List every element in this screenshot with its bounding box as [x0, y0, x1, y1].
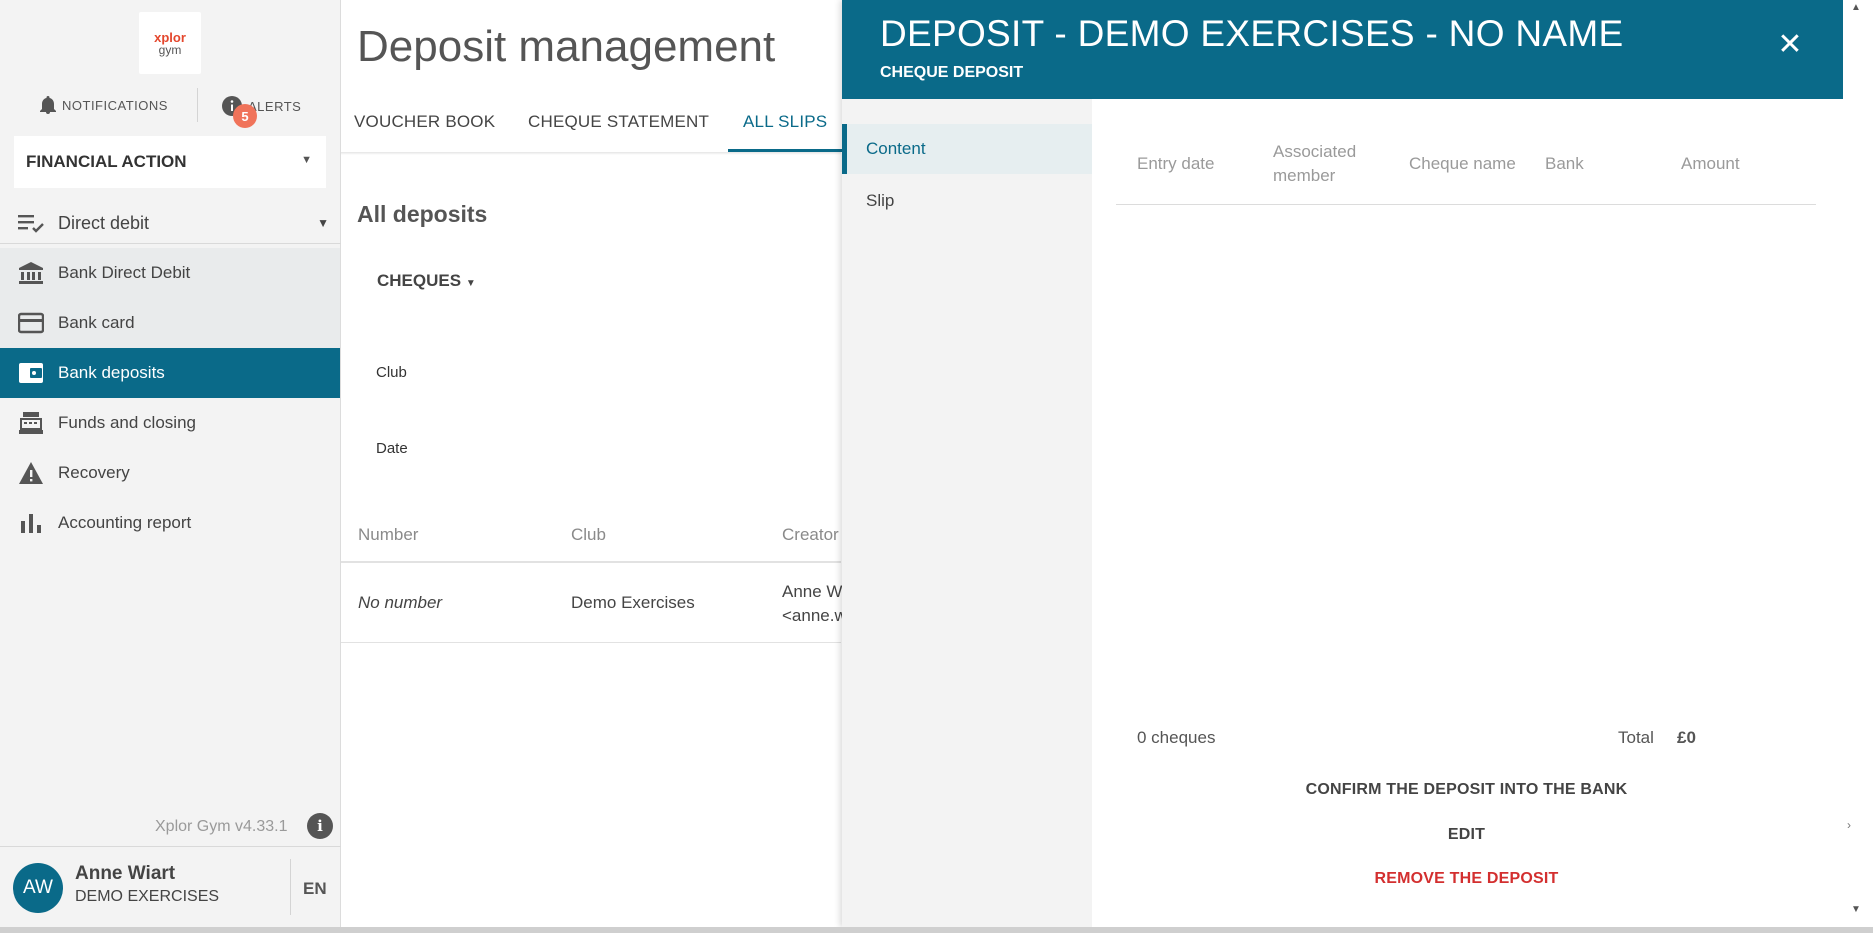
edit-button[interactable]: EDIT [1116, 826, 1817, 844]
user-club: DEMO EXERCISES [75, 888, 220, 905]
caret-down-icon: ▼ [465, 278, 476, 289]
sidebar-item-label: Accounting report [58, 513, 192, 532]
scroll-up-icon[interactable]: ▲ [1851, 2, 1861, 13]
notification-divider [197, 88, 198, 122]
financial-action-select[interactable]: FINANCIAL ACTION ▼ [14, 136, 326, 188]
column-header-associated-member[interactable]: Associated member [1273, 140, 1356, 188]
caret-down-icon: ▼ [301, 154, 312, 166]
payment-type-value: CHEQUES [377, 271, 462, 290]
tab-voucher-book[interactable]: VOUCHER BOOK [354, 112, 495, 132]
tabs-shadow [341, 152, 841, 155]
total-value: £0 [1677, 728, 1696, 747]
column-header-bank[interactable]: Bank [1545, 152, 1584, 176]
checklist-icon [18, 215, 44, 233]
drawer-nav-content[interactable]: Content [842, 124, 1092, 174]
cell-creator-email: <anne.w [782, 606, 847, 625]
direct-debit-group[interactable]: Direct debit ▼ [0, 204, 341, 244]
column-header-entry-date[interactable]: Entry date [1137, 152, 1215, 176]
drawer-nav: Content Slip [842, 99, 1092, 927]
bank-icon [19, 262, 43, 284]
cash-register-icon [19, 412, 43, 434]
cell-number: No number [358, 593, 443, 612]
tab-bar: VOUCHER BOOK CHEQUE STATEMENT ALL SLIPS [341, 100, 841, 152]
close-icon[interactable]: ✕ [1775, 30, 1805, 60]
tab-cheque-statement[interactable]: CHEQUE STATEMENT [528, 112, 709, 132]
drawer-nav-label: Content [866, 139, 926, 158]
sidebar-item-label: Bank card [58, 313, 135, 332]
sidebar-item-funds-and-closing[interactable]: Funds and closing [0, 398, 340, 448]
resize-handle-icon[interactable]: › [1847, 818, 1857, 832]
notifications-label: NOTIFICATIONS [62, 97, 168, 113]
notifications-button[interactable]: NOTIFICATIONS [40, 96, 168, 114]
column-header-amount[interactable]: Amount [1681, 152, 1740, 176]
column-header-creator[interactable]: Creator [782, 525, 839, 545]
sidebar-item-bank-direct-debit[interactable]: Bank Direct Debit [0, 248, 340, 298]
table-header-divider [1116, 204, 1816, 205]
sidebar: xplor gym NOTIFICATIONS ALERTS 5 FINANCI… [0, 0, 341, 927]
language-switch[interactable]: EN [303, 879, 327, 899]
horizontal-scrollbar[interactable] [0, 927, 1873, 933]
avatar[interactable]: AW [13, 863, 63, 913]
xplor-gym-logo[interactable]: xplor gym [139, 12, 201, 74]
cell-club: Demo Exercises [571, 593, 695, 612]
confirm-deposit-button[interactable]: CONFIRM THE DEPOSIT INTO THE BANK [1116, 781, 1817, 799]
bell-icon [40, 96, 56, 114]
tab-all-slips[interactable]: ALL SLIPS [743, 112, 827, 132]
section-title: All deposits [357, 201, 488, 227]
wallet-icon [19, 363, 43, 383]
sidebar-item-label: Recovery [58, 463, 130, 482]
sidebar-item-label: Bank Direct Debit [58, 263, 191, 282]
sidebar-item-label: Funds and closing [58, 413, 196, 432]
sidebar-item-recovery[interactable]: Recovery [0, 448, 340, 498]
drawer-subtitle: CHEQUE DEPOSIT [880, 64, 1024, 81]
bar-chart-icon [21, 514, 41, 533]
drawer-nav-slip[interactable]: Slip [842, 176, 1092, 226]
app-version: Xplor Gym v4.33.1 [155, 818, 288, 835]
deposit-drawer: DEPOSIT - DEMO EXERCISES - NO NAME CHEQU… [842, 0, 1843, 927]
column-header-line: member [1273, 166, 1336, 185]
drawer-header: DEPOSIT - DEMO EXERCISES - NO NAME CHEQU… [842, 0, 1843, 99]
date-filter-label: Date [376, 440, 408, 457]
column-header-club[interactable]: Club [571, 525, 606, 545]
logo-text-top: xplor [154, 29, 186, 45]
cell-creator-name: Anne W [782, 582, 843, 601]
user-panel: AW Anne Wiart DEMO EXERCISES EN [0, 846, 341, 927]
column-header-number[interactable]: Number [358, 525, 418, 545]
club-filter-label: Club [376, 364, 407, 381]
alerts-count-badge: 5 [233, 104, 257, 128]
warning-icon [19, 462, 43, 484]
version-info-icon[interactable]: i [307, 813, 333, 839]
notification-bar: NOTIFICATIONS ALERTS [0, 88, 341, 122]
total-label: Total [1618, 728, 1654, 747]
payment-type-dropdown[interactable]: CHEQUES ▼ [377, 271, 476, 291]
scroll-down-icon[interactable]: ▼ [1851, 904, 1861, 915]
caret-down-icon: ▼ [317, 216, 329, 230]
sidebar-item-label: Bank deposits [58, 363, 165, 382]
sidebar-item-accounting-report[interactable]: Accounting report [0, 498, 340, 548]
scrollbar[interactable]: ▲ › ▼ [1843, 0, 1873, 927]
sidebar-item-bank-card[interactable]: Bank card [0, 298, 340, 348]
column-header-line: Associated [1273, 142, 1357, 161]
credit-card-icon [18, 312, 44, 334]
cheque-count: 0 cheques [1137, 728, 1216, 747]
table-header-divider [341, 561, 841, 563]
logo-text-bottom: gym [158, 42, 182, 57]
user-divider [290, 859, 291, 915]
column-header-cheque-name[interactable]: Cheque name [1409, 152, 1516, 176]
drawer-nav-label: Slip [866, 191, 895, 210]
direct-debit-label: Direct debit [58, 213, 150, 233]
table-row-divider [341, 642, 841, 643]
financial-action-value: FINANCIAL ACTION [26, 152, 187, 171]
drawer-title: DEPOSIT - DEMO EXERCISES - NO NAME [880, 13, 1624, 54]
remove-deposit-button[interactable]: REMOVE THE DEPOSIT [1116, 870, 1817, 888]
user-name: Anne Wiart [75, 863, 176, 884]
page-title: Deposit management [357, 22, 776, 71]
sidebar-item-bank-deposits[interactable]: Bank deposits [0, 348, 340, 398]
